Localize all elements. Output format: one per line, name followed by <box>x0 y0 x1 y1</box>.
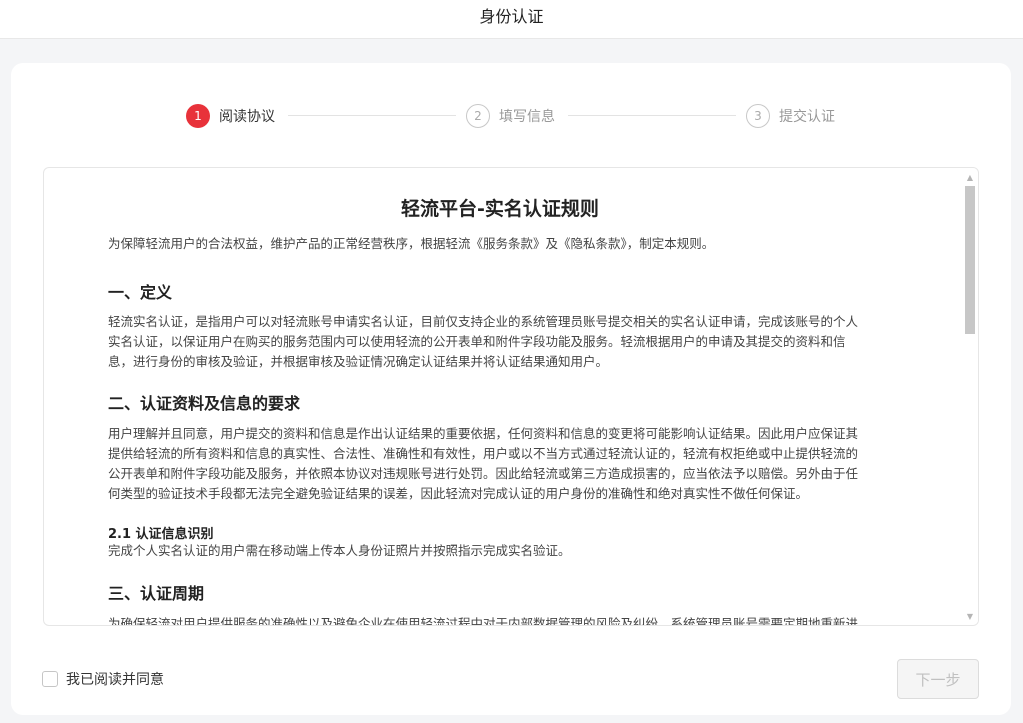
agree-checkbox[interactable] <box>42 671 58 687</box>
step-number: 2 <box>466 104 490 128</box>
agree-label: 我已阅读并同意 <box>66 672 164 688</box>
step-read-agreement: 1 阅读协议 <box>186 103 275 129</box>
agree-checkbox-row[interactable]: 我已阅读并同意 <box>42 669 164 689</box>
triangle-down-icon[interactable]: ▼ <box>962 609 978 623</box>
section-paragraph: 轻流实名认证，是指用户可以对轻流账号申请实名认证，目前仅支持企业的系统管理员账号… <box>108 312 898 372</box>
next-step-button[interactable]: 下一步 <box>897 659 979 699</box>
document-intro: 为保障轻流用户的合法权益，维护产品的正常经营秩序，根据轻流《服务条款》及《隐私条… <box>108 236 715 251</box>
page-title: 身份认证 <box>479 7 544 26</box>
step-label: 阅读协议 <box>219 109 275 125</box>
scrollbar-thumb[interactable] <box>965 186 975 334</box>
verification-card: 1 阅读协议 2 填写信息 3 提交认证 轻流平台-实名认证规则 为保障轻流用户… <box>11 63 1011 715</box>
paragraph-line: 为确保轻流对用户提供服务的准确性以及避免企业在使用轻流过程中对于内部数据管理的风… <box>108 616 859 626</box>
step-number: 3 <box>746 104 770 128</box>
document-title: 轻流平台-实名认证规则 <box>401 198 599 220</box>
triangle-up-icon[interactable]: ▲ <box>962 170 978 184</box>
paragraph-line: 完成个人实名认证的用户需在移动端上传本人身份证照片并按照指示完成实名验证。 <box>108 543 571 558</box>
step-label: 提交认证 <box>779 109 835 125</box>
paragraph-line: 公开表单和附件字段功能及服务，并依照本协议对违规账号进行处罚。因此给轻流或第三方… <box>108 466 859 481</box>
step-label: 填写信息 <box>499 109 555 125</box>
paragraph-line: 息，进行身份的审核及验证，并根据审核及验证情况确定认证结果并将认证结果通知用户。 <box>108 354 609 369</box>
paragraph-line: 轻流实名认证，是指用户可以对轻流账号申请实名认证，目前仅支持企业的系统管理员账号… <box>108 314 859 329</box>
section-heading: 一、定义 <box>108 283 173 302</box>
step-fill-info: 2 填写信息 <box>466 103 555 129</box>
steps-indicator: 1 阅读协议 2 填写信息 3 提交认证 <box>186 103 846 129</box>
section-heading: 三、认证周期 <box>108 584 205 603</box>
step-connector <box>288 115 456 116</box>
step-submit: 3 提交认证 <box>746 103 835 129</box>
vertical-scrollbar[interactable]: ▲ ▼ <box>962 168 978 625</box>
step-connector <box>568 115 736 116</box>
agreement-scroll-area[interactable]: 轻流平台-实名认证规则 为保障轻流用户的合法权益，维护产品的正常经营秩序，根据轻… <box>43 167 979 626</box>
paragraph-line: 用户理解并且同意，用户提交的资料和信息是作出认证结果的重要依据，任何资料和信息的… <box>108 426 859 441</box>
paragraph-line: 提供给轻流的所有资料和信息的真实性、合法性、准确性和有效性，用户或以不当方式通过… <box>108 446 859 461</box>
section-paragraph: 为确保轻流对用户提供服务的准确性以及避免企业在使用轻流过程中对于内部数据管理的风… <box>108 614 898 626</box>
sub-heading: 2.1 认证信息识别 <box>108 527 214 542</box>
section-heading: 二、认证资料及信息的要求 <box>108 394 301 413</box>
sub-paragraph: 完成个人实名认证的用户需在移动端上传本人身份证照片并按照指示完成实名验证。 <box>108 541 898 561</box>
paragraph-line: 实名认证，以保证用户在购买的服务范围内可以使用轻流的公开表单和附件字段功能及服务… <box>108 334 846 349</box>
step-number: 1 <box>186 104 210 128</box>
paragraph-line: 何类型的验证技术手段都无法完全避免验证结果的误差，因此轻流对完成认证的用户身份的… <box>108 486 809 501</box>
top-bar: 身份认证 <box>0 0 1023 39</box>
section-paragraph: 用户理解并且同意，用户提交的资料和信息是作出认证结果的重要依据，任何资料和信息的… <box>108 424 898 504</box>
